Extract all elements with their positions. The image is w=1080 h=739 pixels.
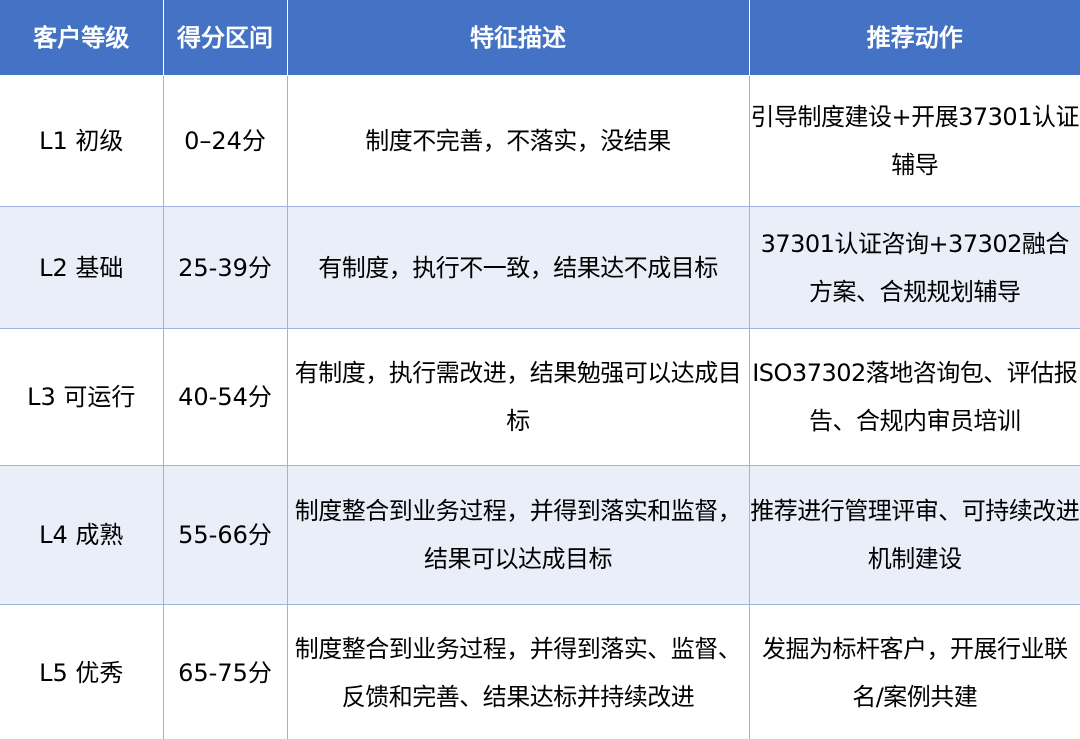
feature-cell: 制度整合到业务过程，并得到落实、监督、反馈和完善、结果达标并持续改进: [286, 604, 750, 739]
score-cell: 65-75分: [162, 604, 288, 739]
header-score: 得分区间: [162, 0, 288, 76]
action-cell: ISO37302落地咨询包、评估报告、合规内审员培训: [748, 328, 1080, 466]
action-cell: 推荐进行管理评审、可持续改进机制建设: [748, 465, 1080, 605]
table-row: L1 初级 0–24分 制度不完善，不落实，没结果 引导制度建设+开展37301…: [0, 75, 1080, 207]
score-cell: 0–24分: [162, 75, 288, 207]
action-cell: 引导制度建设+开展37301认证辅导: [748, 75, 1080, 207]
header-feature: 特征描述: [286, 0, 750, 76]
score-cell: 40-54分: [162, 328, 288, 466]
score-cell: 25-39分: [162, 206, 288, 329]
level-cell: L5 优秀: [0, 604, 164, 739]
action-cell: 发掘为标杆客户，开展行业联名/案例共建: [748, 604, 1080, 739]
table-row: L2 基础 25-39分 有制度，执行不一致，结果达不成目标 37301认证咨询…: [0, 206, 1080, 329]
header-row: 客户等级 得分区间 特征描述 推荐动作: [0, 0, 1080, 76]
table-row: L3 可运行 40-54分 有制度，执行需改进，结果勉强可以达成目标 ISO37…: [0, 328, 1080, 466]
customer-level-table: 客户等级 得分区间 特征描述 推荐动作 L1 初级 0–24分 制度不完善，不落…: [0, 0, 1080, 739]
level-cell: L4 成熟: [0, 465, 164, 605]
level-cell: L2 基础: [0, 206, 164, 329]
level-cell: L1 初级: [0, 75, 164, 207]
header-level: 客户等级: [0, 0, 164, 76]
table-row: L5 优秀 65-75分 制度整合到业务过程，并得到落实、监督、反馈和完善、结果…: [0, 604, 1080, 739]
feature-cell: 制度整合到业务过程，并得到落实和监督，结果可以达成目标: [286, 465, 750, 605]
feature-cell: 制度不完善，不落实，没结果: [286, 75, 750, 207]
level-cell: L3 可运行: [0, 328, 164, 466]
action-cell: 37301认证咨询+37302融合方案、合规规划辅导: [748, 206, 1080, 329]
score-cell: 55-66分: [162, 465, 288, 605]
table-row: L4 成熟 55-66分 制度整合到业务过程，并得到落实和监督，结果可以达成目标…: [0, 465, 1080, 605]
feature-cell: 有制度，执行不一致，结果达不成目标: [286, 206, 750, 329]
header-action: 推荐动作: [748, 0, 1080, 76]
feature-cell: 有制度，执行需改进，结果勉强可以达成目标: [286, 328, 750, 466]
